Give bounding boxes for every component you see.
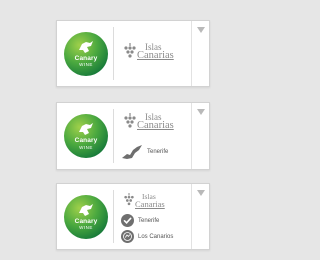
canarias-word: Canarias — [135, 199, 165, 209]
dropdown-arrow-icon[interactable] — [197, 109, 205, 115]
dropdown-separator — [191, 103, 192, 169]
canary-wine-logo: Canary WINE — [63, 113, 109, 159]
dropdown-arrow-icon[interactable] — [197, 190, 205, 196]
wine-label-card-1[interactable]: Canary WINE Islas Canarias — [56, 20, 210, 87]
canary-wine-logo: Canary WINE — [63, 31, 109, 77]
canarias-word: Canarias — [137, 50, 174, 61]
canarias-word: Canarias — [137, 120, 174, 131]
grape-cluster-icon — [124, 193, 134, 206]
grape-cluster-icon — [124, 43, 136, 58]
place-row-tenerife: Tenerife — [121, 214, 159, 227]
grape-cluster-icon — [124, 113, 136, 128]
logo-sub: WINE — [79, 62, 93, 67]
dropdown-separator — [191, 21, 192, 86]
logo-name: Canary — [74, 137, 98, 144]
wine-label-card-2[interactable]: Canary WINE Islas Canarias Tenerife — [56, 102, 210, 170]
place-label: Tenerife — [138, 217, 160, 224]
dropdown-arrow-icon[interactable] — [197, 27, 205, 33]
canary-wine-badge-icon — [64, 194, 108, 239]
place-label: Tenerife — [147, 149, 169, 155]
canary-wine-badge-icon — [64, 31, 108, 76]
logo-sub: WINE — [79, 225, 93, 230]
divider — [113, 109, 114, 163]
canary-wine-badge-icon — [64, 114, 108, 158]
logo-sub: WINE — [79, 144, 93, 150]
wine-label-card-3[interactable]: Canary WINE Islas Canarias Tenerife Los … — [56, 183, 210, 250]
canary-wine-logo: Canary WINE — [63, 194, 109, 240]
place-row-tenerife: Tenerife — [121, 144, 168, 160]
divider — [113, 190, 114, 243]
dropdown-separator — [191, 184, 192, 249]
round-seal-icon — [121, 230, 134, 243]
divider — [113, 27, 114, 80]
place-row-los-canarios: Los Canarios — [121, 230, 173, 243]
place-label: Los Canarios — [138, 233, 174, 240]
check-seal-icon — [121, 214, 134, 227]
tenerife-island-icon — [122, 145, 142, 159]
